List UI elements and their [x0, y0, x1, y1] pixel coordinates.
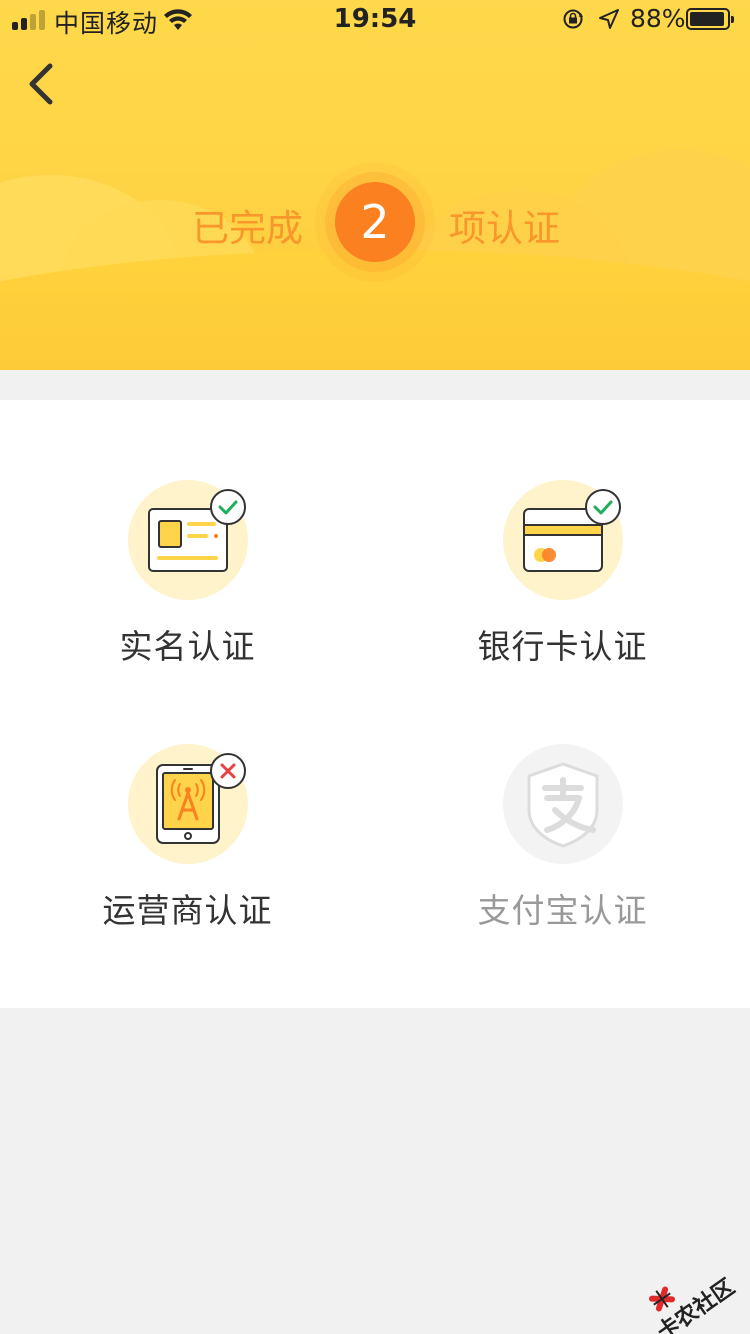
back-button[interactable]: [20, 60, 64, 110]
verification-label: 运营商认证: [102, 891, 273, 930]
battery-icon: [686, 8, 734, 30]
verified-check-icon: [585, 489, 621, 525]
failed-cross-icon: [210, 753, 246, 789]
verification-item-carrier[interactable]: 运营商认证: [0, 664, 375, 930]
completed-count-badge: 2: [335, 182, 415, 262]
summary-prefix: 已完成: [192, 207, 303, 250]
verification-item-id[interactable]: 实名认证: [0, 400, 375, 666]
alipay-icon: [527, 762, 599, 848]
alipay-icon-bg: [503, 744, 623, 864]
location-arrow-icon: [599, 9, 619, 29]
battery-percentage: 88%: [630, 4, 686, 33]
verification-label: 实名认证: [119, 627, 256, 666]
summary-suffix: 项认证: [449, 207, 560, 250]
status-bar: 中国移动 19:54 88%: [0, 0, 750, 40]
page: 中国移动 19:54 88% 已完成 2 项认证 实名认证 银行卡认证 运营商认…: [0, 0, 750, 1334]
verification-item-bank-card[interactable]: 银行卡认证: [375, 400, 750, 666]
rotation-lock-icon: [563, 9, 583, 29]
header-banner: 中国移动 19:54 88% 已完成 2 项认证: [0, 0, 750, 370]
chevron-left-icon: [29, 63, 53, 105]
verification-item-alipay[interactable]: 支付宝认证: [375, 664, 750, 930]
verification-grid: 实名认证 银行卡认证 运营商认证 支付宝认证: [0, 400, 750, 1008]
verified-check-icon: [210, 489, 246, 525]
completion-summary: 已完成 2 项认证: [0, 172, 750, 272]
verification-label: 银行卡认证: [477, 627, 648, 666]
verification-label: 支付宝认证: [477, 891, 648, 930]
